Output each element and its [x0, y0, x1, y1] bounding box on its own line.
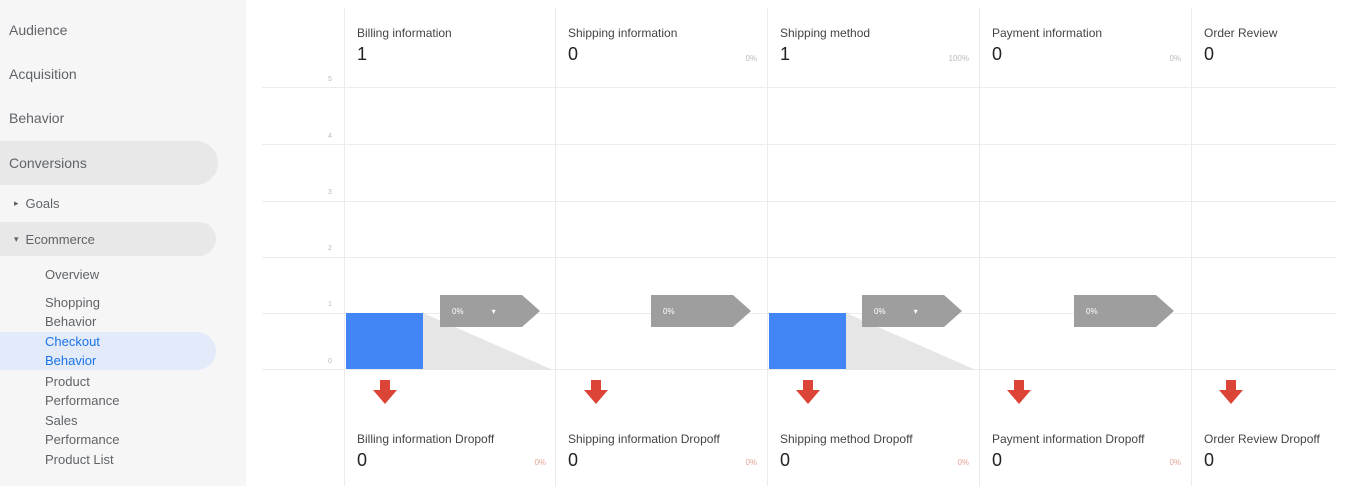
nav-behavior-label: Behavior	[9, 110, 65, 126]
nav-acquisition-label: Acquisition	[9, 66, 77, 82]
nav-conversions-label: Conversions	[9, 155, 87, 171]
nav-goals[interactable]: ▸ Goals	[0, 186, 216, 220]
dropoff-value: 0	[568, 450, 579, 470]
y-tick: 5	[328, 76, 332, 83]
step-title: Shipping information	[568, 26, 678, 40]
caret-down-icon: ▾	[14, 233, 19, 244]
dropoff-value: 0	[780, 450, 791, 470]
dropoff-arrow-icon	[373, 380, 397, 404]
nav-product-performance-label: Product Performance	[45, 374, 120, 408]
step-value: 1	[357, 44, 368, 64]
step-payment-information[interactable]: Payment information 0 0%	[980, 8, 1191, 88]
dropoff-percent: 0%	[745, 458, 757, 467]
nav-ecommerce-label: Ecommerce	[25, 231, 95, 247]
conversion-flag[interactable]: 0%	[651, 295, 751, 327]
step-shipping-method[interactable]: Shipping method 1 100%	[768, 8, 979, 88]
dropoff-arrow-icon	[1007, 380, 1031, 404]
dropoff-arrow-icon	[1219, 380, 1243, 404]
nav-overview[interactable]: Overview	[0, 265, 216, 284]
step-title: Billing information	[357, 26, 452, 40]
nav-audience-label: Audience	[9, 22, 68, 38]
nav-sales-performance[interactable]: Sales Performance	[0, 411, 150, 449]
step-percent: 0%	[1169, 54, 1181, 63]
flag-label: 0%	[452, 306, 464, 316]
dropoff-title: Payment information Dropoff	[992, 432, 1145, 446]
dropoff-value: 0	[357, 450, 368, 470]
dropdown-icon[interactable]: ▾	[492, 307, 496, 316]
nav-checkout-behavior[interactable]: Checkout Behavior	[0, 332, 216, 370]
dropoff-billing-information[interactable]: Billing information Dropoff 0 0%	[345, 418, 556, 486]
funnel-bar[interactable]	[346, 313, 423, 369]
flag-label: 0%	[874, 306, 886, 316]
step-order-review[interactable]: Order Review 0	[1192, 8, 1336, 88]
nav-sales-performance-label: Sales Performance	[45, 413, 120, 447]
y-tick: 0	[328, 358, 332, 365]
dropoff-value: 0	[1204, 450, 1215, 470]
nav-behavior[interactable]: Behavior	[0, 96, 218, 140]
conversion-flag[interactable]: 0% ▾	[862, 295, 962, 327]
dropdown-icon[interactable]: ▾	[914, 307, 918, 316]
dropoff-title: Billing information Dropoff	[357, 432, 495, 446]
checkout-funnel: 5 4 3 2 1 0 Billing information 1 Shippi…	[262, 8, 1336, 486]
dropoff-shipping-method[interactable]: Shipping method Dropoff 0 0%	[768, 418, 979, 486]
step-value: 0	[1204, 44, 1215, 64]
gridline	[262, 144, 1336, 145]
flag-label: 0%	[1086, 306, 1098, 316]
nav-audience[interactable]: Audience	[0, 8, 218, 52]
flag-label: 0%	[663, 306, 675, 316]
step-title: Order Review	[1204, 26, 1278, 40]
nav-ecommerce[interactable]: ▾ Ecommerce	[0, 222, 216, 256]
conversion-flag[interactable]: 0% ▾	[440, 295, 540, 327]
dropoff-percent: 0%	[1169, 458, 1181, 467]
dropoff-shipping-information[interactable]: Shipping information Dropoff 0 0%	[556, 418, 767, 486]
dropoff-order-review[interactable]: Order Review Dropoff 0	[1192, 418, 1336, 486]
sidebar: Audience Acquisition Behavior Conversion…	[0, 0, 246, 486]
step-title: Shipping method	[780, 26, 871, 40]
dropoff-percent: 0%	[957, 458, 969, 467]
dropoff-title: Order Review Dropoff	[1204, 432, 1320, 446]
nav-shopping-behavior[interactable]: Shopping Behavior	[0, 293, 150, 331]
nav-product-list-label: Product List	[45, 452, 114, 467]
funnel-bar[interactable]	[769, 313, 846, 369]
y-tick: 2	[328, 245, 332, 252]
dropoff-title: Shipping information Dropoff	[568, 432, 720, 446]
step-title: Payment information	[992, 26, 1103, 40]
step-percent: 0%	[745, 54, 757, 63]
step-shipping-information[interactable]: Shipping information 0 0%	[556, 8, 767, 88]
caret-right-icon: ▸	[14, 197, 19, 208]
dropoff-percent: 0%	[534, 458, 546, 467]
nav-conversions[interactable]: Conversions	[0, 141, 218, 185]
nav-shopping-behavior-label: Shopping Behavior	[45, 295, 100, 329]
nav-product-performance[interactable]: Product Performance	[0, 372, 150, 410]
conversion-flag[interactable]: 0%	[1074, 295, 1174, 327]
nav-overview-label: Overview	[45, 267, 100, 282]
dropoff-title: Shipping method Dropoff	[780, 432, 913, 446]
dropoff-arrow-icon	[584, 380, 608, 404]
step-percent: 100%	[948, 54, 969, 63]
step-billing-information[interactable]: Billing information 1	[345, 8, 556, 88]
step-value: 0	[992, 44, 1003, 64]
step-value: 0	[568, 44, 579, 64]
y-tick: 1	[328, 301, 332, 308]
gridline	[262, 201, 1336, 202]
y-tick: 3	[328, 189, 332, 196]
nav-goals-label: Goals	[25, 195, 60, 211]
nav-product-list[interactable]: Product List	[0, 450, 216, 469]
dropoff-value: 0	[992, 450, 1003, 470]
dropoff-arrow-icon	[796, 380, 820, 404]
dropoff-payment-information[interactable]: Payment information Dropoff 0 0%	[980, 418, 1191, 486]
y-tick: 4	[328, 133, 332, 140]
gridline	[262, 257, 1336, 258]
nav-acquisition[interactable]: Acquisition	[0, 52, 218, 96]
nav-checkout-behavior-label: Checkout Behavior	[45, 334, 100, 368]
